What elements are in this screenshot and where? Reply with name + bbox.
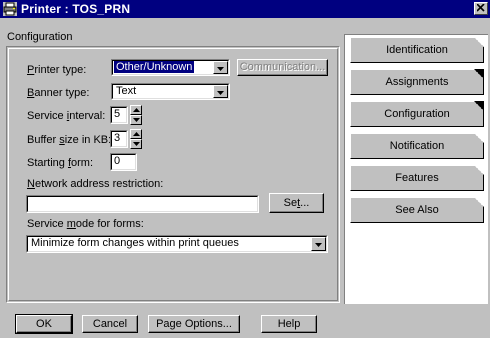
arrow-down-icon <box>133 142 140 146</box>
network-address-input[interactable] <box>26 195 259 213</box>
banner-type-label: Banner type: <box>27 87 90 99</box>
tab-features[interactable]: Features <box>350 165 484 191</box>
printer-dialog: Printer : TOS_PRN Configuration Printer … <box>0 0 490 338</box>
banner-type-dropdown-button[interactable] <box>213 85 228 98</box>
arrow-up-icon <box>133 132 140 136</box>
chevron-down-icon <box>217 91 224 95</box>
service-interval-spinner[interactable] <box>130 105 142 125</box>
network-address-label: Network address restriction: <box>27 178 164 190</box>
communication-button[interactable]: Communication... <box>237 59 328 76</box>
tab-configuration[interactable]: Configuration <box>350 101 484 127</box>
service-mode-label: Service mode for forms: <box>27 218 144 230</box>
page-options-button[interactable]: Page Options... <box>148 315 240 333</box>
arrow-up-icon <box>133 108 140 112</box>
page-tabs: Identification Assignments Configuration… <box>344 34 488 304</box>
set-button[interactable]: Set... <box>269 193 324 213</box>
buffer-size-label: Buffer size in KB: <box>27 134 112 146</box>
buffer-size-spinner[interactable] <box>130 129 142 149</box>
printer-type-dropdown-button[interactable] <box>213 61 228 74</box>
cancel-button[interactable]: Cancel <box>82 315 138 333</box>
tab-see-also[interactable]: See Also <box>350 197 484 223</box>
printer-type-value: Other/Unknown <box>114 61 195 73</box>
banner-type-value: Text <box>116 85 137 97</box>
starting-form-label: Starting form: <box>27 157 94 169</box>
printer-type-select[interactable]: Other/Unknown <box>111 59 230 76</box>
spin-up-button[interactable] <box>130 129 142 139</box>
close-button[interactable] <box>474 2 488 15</box>
banner-type-select[interactable]: Text <box>111 83 230 100</box>
chevron-down-icon <box>315 243 322 247</box>
help-button[interactable]: Help <box>261 315 317 333</box>
service-mode-select[interactable]: Minimize form changes within print queue… <box>26 235 328 253</box>
printer-icon <box>3 2 17 16</box>
service-interval-label: Service interval: <box>27 110 106 122</box>
tab-assignments[interactable]: Assignments <box>350 69 484 95</box>
service-interval-input[interactable]: 5 <box>110 106 128 124</box>
ok-button[interactable]: OK <box>15 314 73 334</box>
group-label: Configuration <box>7 31 73 43</box>
chevron-down-icon <box>217 67 224 71</box>
window-title: Printer : TOS_PRN <box>21 2 131 16</box>
printer-type-label: Printer type: <box>27 64 87 76</box>
service-mode-dropdown-button[interactable] <box>311 237 326 251</box>
tab-identification[interactable]: Identification <box>350 37 484 63</box>
title-bar: Printer : TOS_PRN <box>0 0 490 18</box>
arrow-down-icon <box>133 118 140 122</box>
close-icon <box>477 4 485 12</box>
spin-down-button[interactable] <box>130 115 142 125</box>
starting-form-input[interactable]: 0 <box>110 153 137 171</box>
spin-down-button[interactable] <box>130 139 142 149</box>
buffer-size-input[interactable]: 3 <box>110 130 128 148</box>
tab-notification[interactable]: Notification <box>350 133 484 159</box>
spin-up-button[interactable] <box>130 105 142 115</box>
